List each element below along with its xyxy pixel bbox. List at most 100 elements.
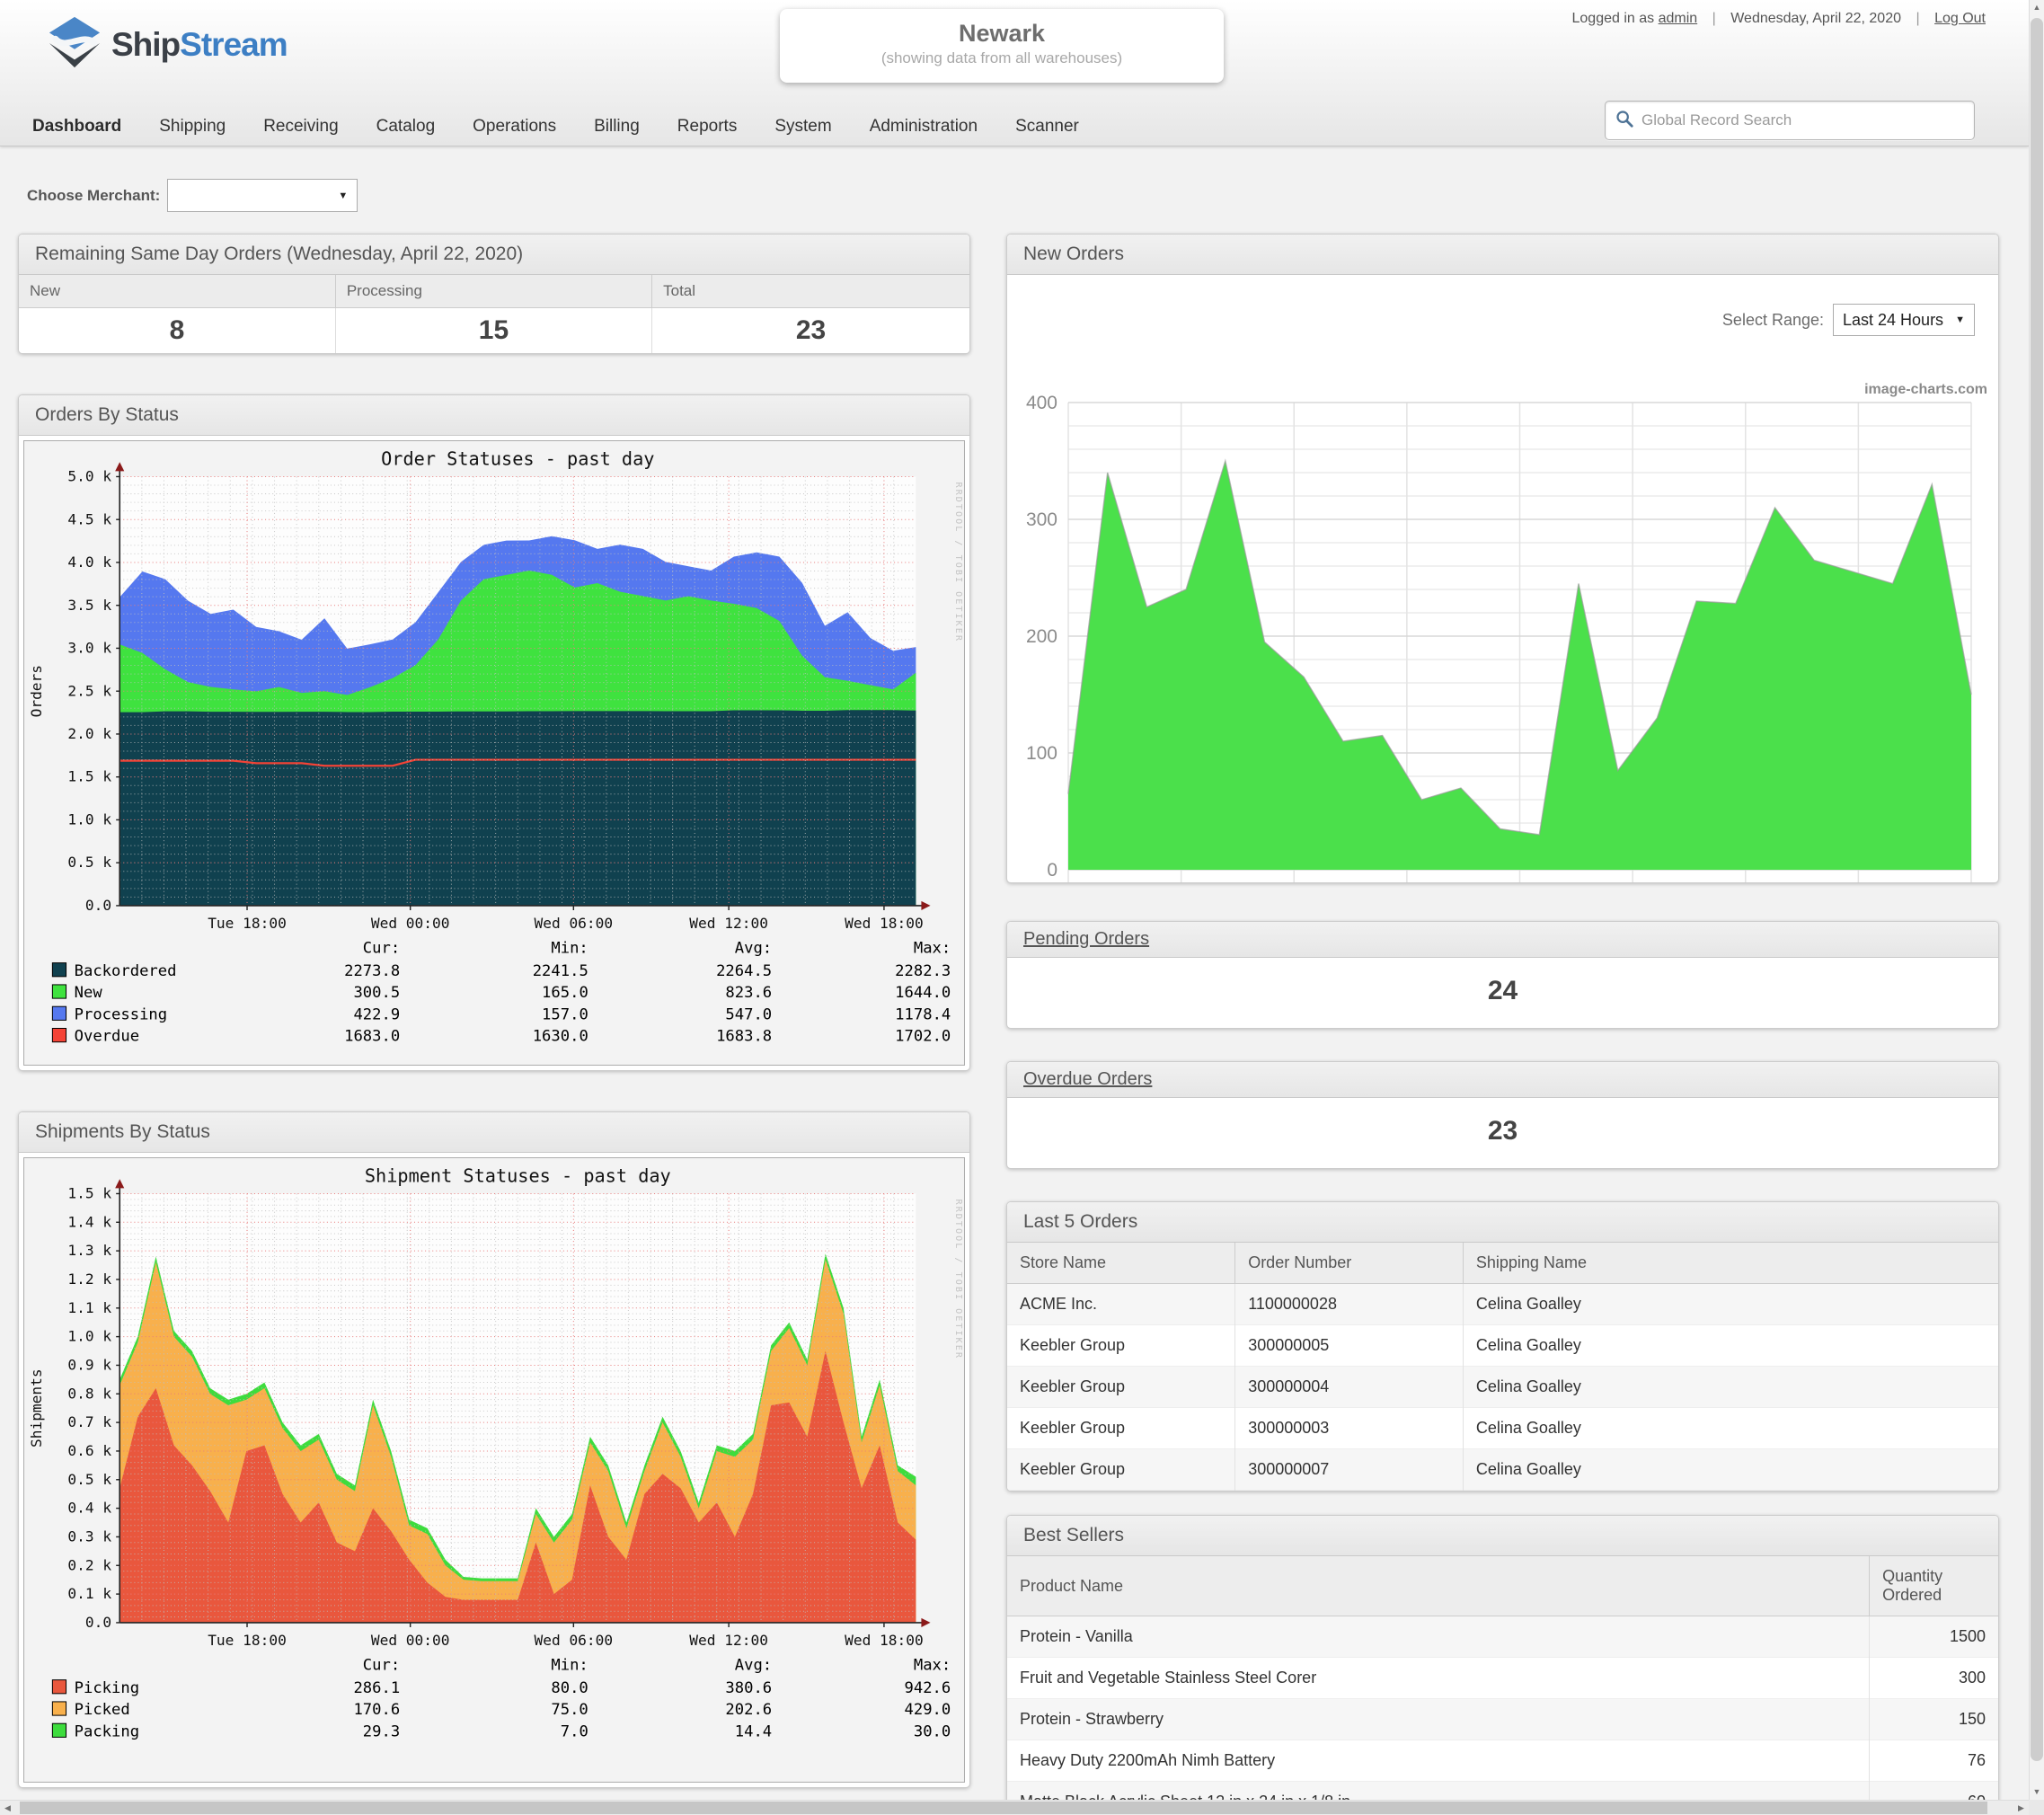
svg-text:Wed 06:00: Wed 06:00 [535,1632,614,1649]
svg-text:Packing: Packing [75,1722,139,1740]
svg-text:Picking: Picking [75,1679,139,1697]
vertical-scroll-thumb[interactable] [2031,18,2043,1761]
svg-text:429.0: 429.0 [905,1701,951,1719]
svg-text:823.6: 823.6 [725,984,772,1002]
svg-text:1.5 k: 1.5 k [67,768,111,785]
global-search-input[interactable] [1641,111,1965,129]
scroll-down-arrow[interactable]: ▼ [2030,1784,2044,1800]
table-cell: 150 [1870,1699,1998,1740]
svg-text:Avg:: Avg: [735,940,772,958]
svg-text:5.0 k: 5.0 k [67,468,111,485]
overdue-orders-count: 23 [1007,1098,1998,1168]
table-cell: 1500 [1870,1616,1998,1658]
best-sellers-table: Product Name Quantity Ordered Protein - … [1007,1556,1998,1800]
scroll-left-arrow[interactable]: ◀ [0,1801,15,1815]
overdue-orders-link[interactable]: Overdue Orders [1023,1069,1152,1089]
shipments-by-status-title: Shipments By Status [19,1112,969,1153]
logout-link[interactable]: Log Out [1934,11,1986,26]
nav-dashboard[interactable]: Dashboard [32,117,121,137]
last-5-orders-panel: Last 5 Orders Store Name Order Number Sh… [1006,1201,1999,1492]
table-cell: Celina Goalley [1463,1449,1998,1491]
svg-text:400: 400 [1026,393,1057,413]
svg-text:Max:: Max: [914,940,951,958]
nav-billing[interactable]: Billing [594,117,640,137]
svg-text:New: New [75,984,103,1002]
total-count: 23 [652,308,969,354]
scroll-up-arrow[interactable]: ▲ [2030,0,2044,15]
range-select[interactable]: Last 24 Hours ▼ [1833,304,1975,336]
svg-text:0.0: 0.0 [85,1614,111,1631]
shipstream-logo[interactable]: ShipStream [47,14,288,75]
svg-text:Max:: Max: [914,1657,951,1675]
svg-text:Order Statuses - past day: Order Statuses - past day [381,447,654,469]
nav-catalog[interactable]: Catalog [376,117,436,137]
scroll-right-arrow[interactable]: ▶ [2013,1801,2029,1815]
new-count: 8 [19,308,335,354]
svg-text:80.0: 80.0 [551,1679,588,1697]
new-orders-panel: New Orders Select Range: Last 24 Hours ▼… [1006,234,1999,883]
table-row: 8 15 23 [19,308,969,354]
nav-shipping[interactable]: Shipping [159,117,226,137]
vertical-scrollbar[interactable]: ▲ ▼ [2029,0,2044,1800]
chevron-down-icon: ▼ [338,190,348,201]
col-new: New [19,275,335,308]
svg-text:202.6: 202.6 [725,1701,772,1719]
nav-receiving[interactable]: Receiving [263,117,338,137]
current-date: Wednesday, April 22, 2020 [1730,11,1901,26]
svg-text:RRDTOOL / TOBI OETIKER: RRDTOOL / TOBI OETIKER [953,483,963,642]
svg-text:3.0 k: 3.0 k [67,640,111,657]
horizontal-scrollbar[interactable]: ◀ ▶ [0,1800,2029,1815]
svg-text:547.0: 547.0 [725,1005,772,1023]
nav-operations[interactable]: Operations [473,117,556,137]
svg-text:Processing: Processing [75,1005,167,1023]
table-cell: Keebler Group [1007,1449,1235,1491]
search-icon [1615,109,1634,133]
choose-merchant-label: Choose Merchant: [27,187,160,205]
best-sellers-panel: Best Sellers Product Name Quantity Order… [1006,1515,1999,1800]
table-cell: Keebler Group [1007,1325,1235,1367]
svg-text:RRDTOOL / TOBI OETIKER: RRDTOOL / TOBI OETIKER [953,1200,963,1359]
svg-text:Wed 18:00: Wed 18:00 [845,915,924,932]
table-cell: Matte Black Acrylic Sheet 12 in x 24 in … [1007,1782,1870,1801]
shipstream-logo-icon [47,14,102,75]
user-info-bar: Logged in as admin | Wednesday, April 22… [1572,11,1986,27]
svg-text:Wed 06:00: Wed 06:00 [535,915,614,932]
svg-text:0: 0 [1047,860,1057,881]
table-row: Protein - Strawberry150 [1007,1699,1998,1740]
svg-text:100: 100 [1026,743,1057,764]
svg-text:Wed 00:00: Wed 00:00 [371,915,450,932]
select-range-row: Select Range: Last 24 Hours ▼ [1722,304,1975,336]
merchant-select[interactable]: ▼ [167,179,358,212]
last-5-orders-title: Last 5 Orders [1007,1202,1998,1243]
table-row: Keebler Group300000007Celina Goalley [1007,1449,1998,1491]
svg-text:2241.5: 2241.5 [533,962,588,980]
pending-orders-count: 24 [1007,958,1998,1028]
svg-text:165.0: 165.0 [542,984,588,1002]
table-row: Keebler Group300000004Celina Goalley [1007,1367,1998,1408]
range-select-value: Last 24 Hours [1843,311,1943,330]
last-5-orders-rows: ACME Inc.1100000028Celina GoalleyKeebler… [1007,1284,1998,1491]
table-row: Keebler Group300000003Celina Goalley [1007,1408,1998,1449]
horizontal-scroll-thumb[interactable] [20,1802,1987,1814]
svg-text:2.0 k: 2.0 k [67,725,111,742]
svg-text:1683.0: 1683.0 [344,1028,400,1046]
svg-text:1.2 k: 1.2 k [67,1270,111,1288]
svg-text:Picked: Picked [75,1701,130,1719]
col-total: Total [652,275,969,308]
nav-reports[interactable]: Reports [677,117,738,137]
svg-text:Avg:: Avg: [735,1657,772,1675]
nav-system[interactable]: System [774,117,831,137]
nav-administration[interactable]: Administration [870,117,978,137]
pending-orders-link[interactable]: Pending Orders [1023,929,1149,949]
dashboard-columns: Remaining Same Day Orders (Wednesday, Ap… [0,234,2029,1800]
col-store-name: Store Name [1007,1243,1235,1284]
svg-text:14.4: 14.4 [735,1722,772,1740]
table-cell: Fruit and Vegetable Stainless Steel Core… [1007,1658,1870,1699]
col-shipping-name: Shipping Name [1463,1243,1998,1284]
admin-user-link[interactable]: admin [1659,11,1698,26]
pending-orders-panel: Pending Orders 24 [1006,921,1999,1029]
svg-text:Shipment Statuses - past day: Shipment Statuses - past day [365,1164,671,1186]
nav-scanner[interactable]: Scanner [1015,117,1079,137]
svg-text:1.0 k: 1.0 k [67,810,111,828]
remaining-same-day-orders-panel: Remaining Same Day Orders (Wednesday, Ap… [18,234,970,354]
